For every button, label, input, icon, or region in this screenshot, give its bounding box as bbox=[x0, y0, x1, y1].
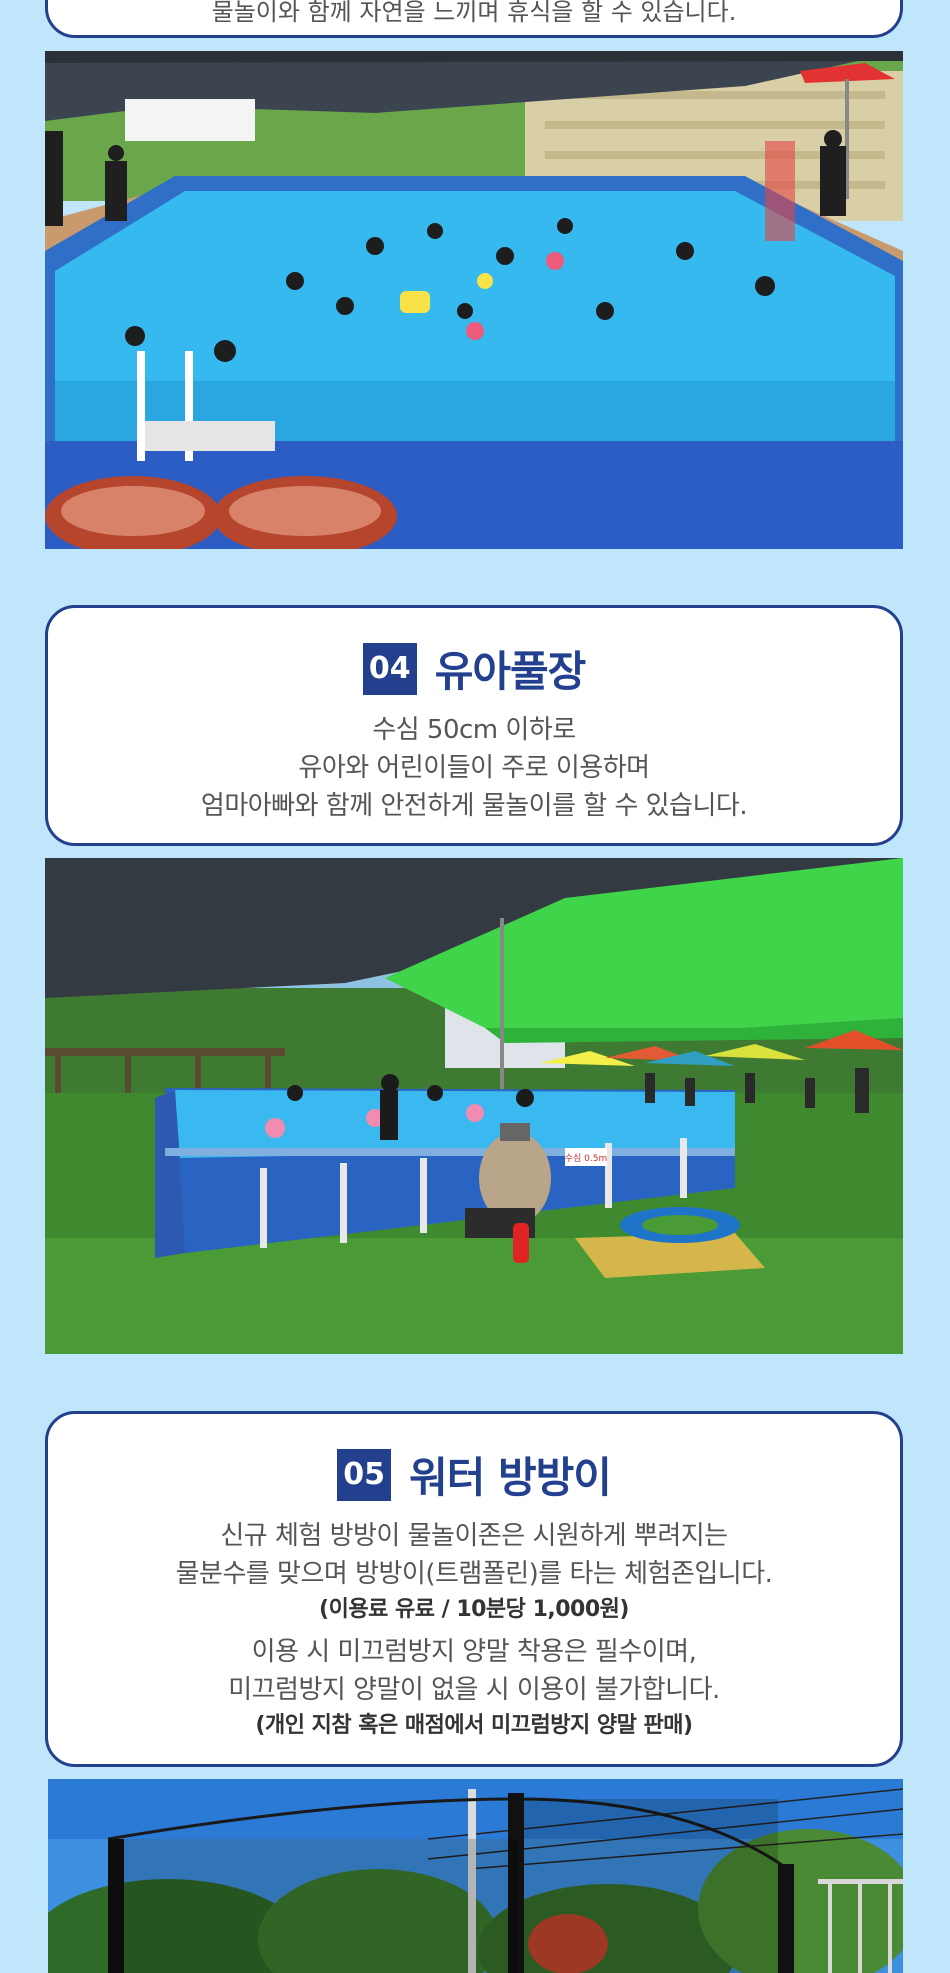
section-05-line-3: 이용 시 미끄럼방지 양말 착용은 필수이며, bbox=[251, 1637, 697, 1667]
section-04-line-1: 수심 50cm 이하로 bbox=[372, 715, 576, 745]
kids-pool-photo: 수심 0.5m bbox=[45, 858, 903, 1354]
outdoor-pool-photo bbox=[45, 51, 903, 549]
section-05-number-badge: 05 bbox=[337, 1448, 392, 1501]
section-05-card: 05 워터 방방이 신규 체험 방방이 물놀이존은 시원하게 뿌려지는 물분수를… bbox=[45, 1411, 903, 1767]
trampoline-photo bbox=[48, 1779, 903, 1973]
section-03-card: 물놀이와 함께 자연을 느끼며 휴식을 할 수 있습니다. bbox=[45, 0, 903, 38]
section-04-title: 유아풀장 bbox=[434, 647, 587, 696]
section-03-description: 물놀이와 함께 자연을 느끼며 휴식을 할 수 있습니다. bbox=[211, 0, 737, 26]
section-05-line-4: 미끄럼방지 양말이 없을 시 이용이 불가합니다. bbox=[228, 1675, 720, 1705]
section-05-sock-note: (개인 지참 혹은 매점에서 미끄럼방지 양말 판매) bbox=[255, 1713, 693, 1738]
section-05-title: 워터 방방이 bbox=[409, 1453, 612, 1502]
section-05-fee-note: (이용료 유료 / 10분당 1,000원) bbox=[319, 1597, 629, 1622]
section-04-number-badge: 04 bbox=[362, 642, 417, 695]
outdoor-pool-illustration bbox=[45, 51, 903, 549]
section-04-header: 04 유아풀장 bbox=[48, 638, 900, 699]
section-04-line-2: 유아와 어린이들이 주로 이용하며 bbox=[298, 753, 650, 783]
section-05-line-1: 신규 체험 방방이 물놀이존은 시원하게 뿌려지는 bbox=[220, 1521, 728, 1551]
section-04-card: 04 유아풀장 수심 50cm 이하로 유아와 어린이들이 주로 이용하며 엄마… bbox=[45, 605, 903, 846]
section-05-line-2: 물분수를 맞으며 방방이(트램폴린)를 타는 체험존입니다. bbox=[175, 1559, 773, 1589]
section-05-header: 05 워터 방방이 bbox=[48, 1444, 900, 1505]
trampoline-illustration bbox=[48, 1779, 903, 1973]
kids-pool-illustration: 수심 0.5m bbox=[45, 858, 903, 1354]
pool-depth-sign: 수심 0.5m bbox=[565, 1153, 608, 1164]
section-04-line-3: 엄마아빠와 함께 안전하게 물놀이를 할 수 있습니다. bbox=[200, 791, 748, 821]
